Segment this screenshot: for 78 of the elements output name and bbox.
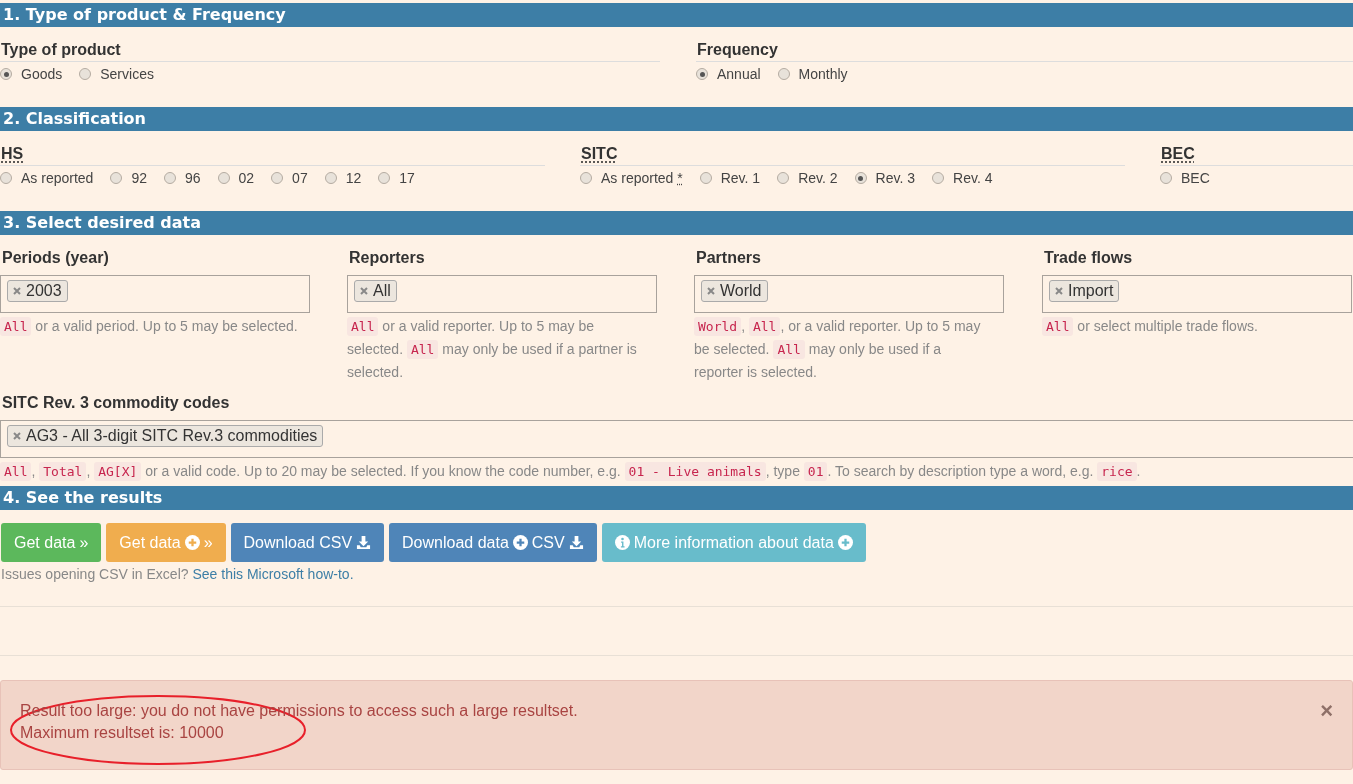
radio-button[interactable] <box>271 172 284 184</box>
radio-label[interactable]: Rev. 4 <box>953 170 993 186</box>
plus-circle-icon <box>184 535 200 550</box>
section-header: 2. Classification <box>0 107 1353 131</box>
radio-label[interactable]: Annual <box>717 66 761 82</box>
group-label: Type of product <box>1 41 121 59</box>
radio-button[interactable] <box>163 172 176 184</box>
download-icon <box>568 535 584 550</box>
selected-tag[interactable]: AG3 - All 3-digit SITC Rev.3 commodities <box>7 425 324 447</box>
plus-circle-icon <box>837 535 853 550</box>
radio-button[interactable] <box>378 172 391 184</box>
field-label: Periods (year) <box>2 249 109 267</box>
radio-button[interactable] <box>696 68 708 80</box>
radio-button[interactable] <box>777 172 790 184</box>
radio-label[interactable]: Rev. 3 <box>875 170 916 186</box>
radio-label[interactable]: As reported * <box>601 170 683 186</box>
remove-icon[interactable] <box>707 287 715 295</box>
remove-icon[interactable] <box>1055 287 1063 295</box>
group-label: Frequency <box>697 41 778 59</box>
radio-button[interactable] <box>110 172 123 184</box>
section-header: 4. See the results <box>0 486 1353 510</box>
help-text: All or a valid period. Up to 5 may be selected. <box>0 315 298 338</box>
plus-circle-icon <box>512 535 528 550</box>
tag-input-field[interactable]: World <box>694 275 1004 313</box>
radio-label[interactable]: As reported <box>21 170 94 186</box>
radio-label[interactable]: Monthly <box>798 66 848 82</box>
radio-button[interactable] <box>0 68 12 80</box>
radio-button[interactable] <box>217 172 230 184</box>
radio-button[interactable] <box>932 172 945 184</box>
radio-label[interactable]: Services <box>100 66 154 82</box>
help-text: All or select multiple trade flows. <box>1042 315 1340 338</box>
radio-label[interactable]: 02 <box>238 170 255 186</box>
group-label: BEC <box>1161 145 1195 163</box>
radio-label[interactable]: BEC <box>1181 170 1210 186</box>
group-label: HS <box>1 145 24 163</box>
section-header: 1. Type of product & Frequency <box>0 3 1353 27</box>
radio-label[interactable]: 96 <box>184 170 201 186</box>
radio-label[interactable]: Rev. 1 <box>720 170 761 186</box>
field-label: Trade flows <box>1044 249 1133 267</box>
tag-input-field[interactable]: All <box>347 275 657 313</box>
help-text: All or a valid reporter. Up to 5 may be selected. All may only be used if a partner is selected. <box>347 316 638 382</box>
remove-icon[interactable] <box>13 287 21 295</box>
radio-button[interactable] <box>699 172 712 184</box>
radio-button[interactable] <box>0 172 12 184</box>
selected-tag[interactable]: All <box>354 280 397 302</box>
radio-label[interactable]: 92 <box>131 170 147 186</box>
selected-tag[interactable]: World <box>701 280 768 302</box>
remove-icon[interactable] <box>360 287 368 295</box>
field-label: Reporters <box>349 249 425 267</box>
radio-button[interactable] <box>580 172 592 184</box>
download-icon <box>356 535 372 550</box>
radio-button[interactable] <box>1160 172 1172 184</box>
section-header: 3. Select desired data <box>0 211 1353 235</box>
radio-label[interactable]: Goods <box>21 66 63 82</box>
field-label: SITC Rev. 3 commodity codes <box>2 394 230 412</box>
help-note: Issues opening CSV in Excel? See this Microsoft how-to. <box>0 565 355 582</box>
help-text: World , All , or a valid reporter. Up to 5 may be selected. All may only be used if a reporter is selected. <box>694 316 982 382</box>
action-button[interactable]: Download data CSV <box>389 523 597 562</box>
tag-input-field[interactable]: 2003 <box>0 275 310 313</box>
how-to-link[interactable]: See this Microsoft how-to. <box>192 566 354 582</box>
radio-button[interactable] <box>777 68 790 80</box>
radio-button[interactable] <box>79 68 92 80</box>
tag-input-field[interactable]: Import <box>1042 275 1352 313</box>
radio-button[interactable] <box>324 172 337 184</box>
action-button[interactable]: Download CSV <box>230 523 385 562</box>
radio-label[interactable]: 12 <box>345 170 362 186</box>
tag-input-field[interactable]: AG3 - All 3-digit SITC Rev.3 commodities <box>0 420 1353 458</box>
selected-tag[interactable]: 2003 <box>7 280 68 302</box>
info-icon <box>614 535 630 550</box>
radio-button[interactable] <box>854 172 867 184</box>
radio-label[interactable]: 17 <box>399 170 415 186</box>
group-label: SITC <box>581 145 618 163</box>
remove-icon[interactable] <box>13 432 21 440</box>
field-label: Partners <box>696 249 761 267</box>
radio-label[interactable]: 07 <box>292 170 308 186</box>
help-text: All , Total , AG[X] or a valid code. Up to 20 may be selected. If you know the code number, e.g. 01 - Live animals , type 01 . To search by description type a word, e.g. rice . <box>0 460 1353 483</box>
selected-tag[interactable]: Import <box>1049 280 1120 302</box>
radio-label[interactable]: Rev. 2 <box>798 170 838 186</box>
